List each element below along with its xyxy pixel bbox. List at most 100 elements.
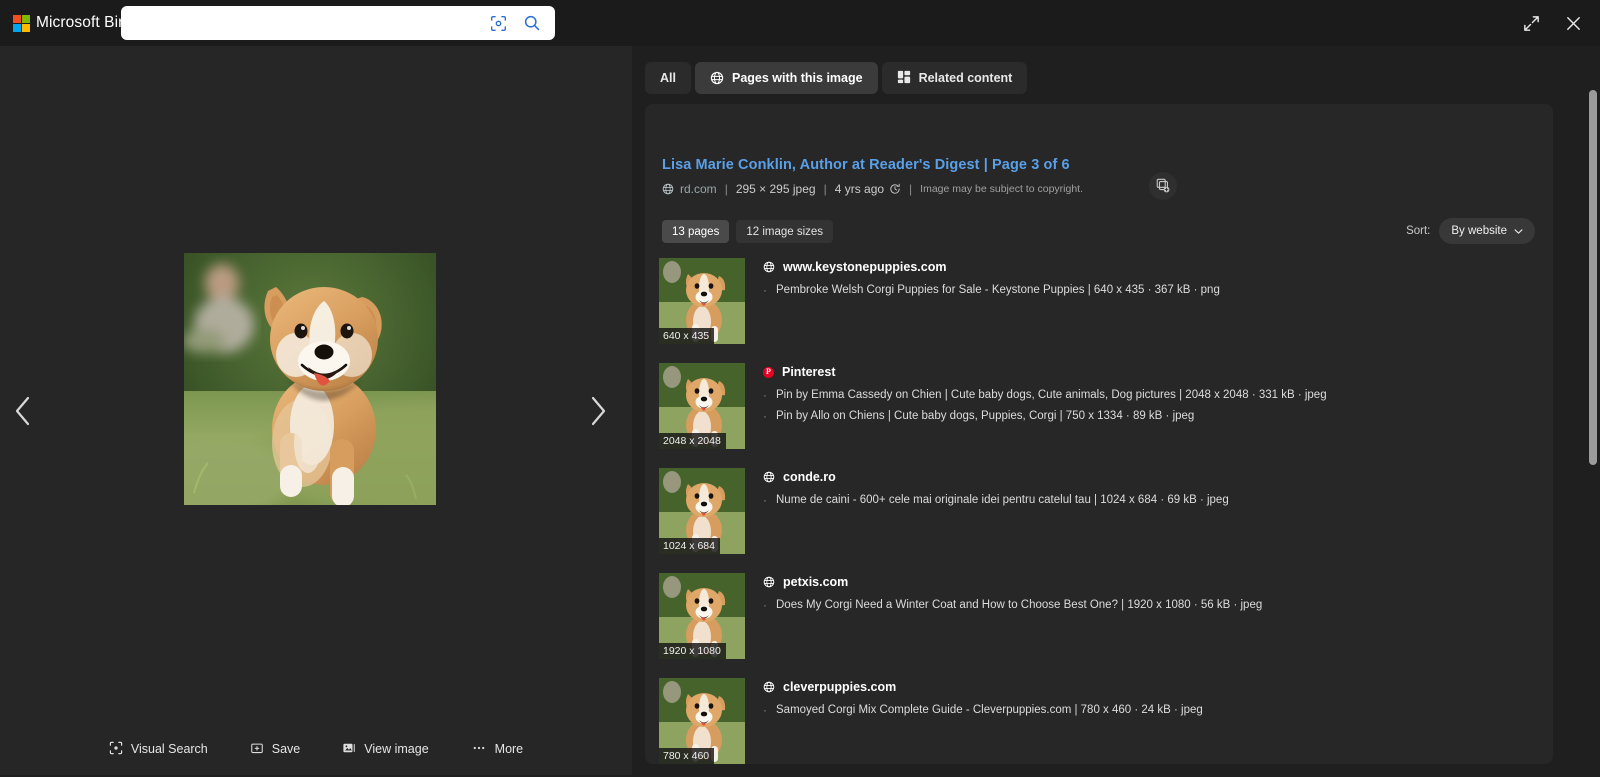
window-controls xyxy=(1512,0,1592,46)
bullet-icon: · xyxy=(763,283,767,297)
meta-separator-3: | xyxy=(909,182,913,196)
result-row-body: www.keystonepuppies.com · Pembroke Welsh… xyxy=(763,258,1539,357)
visual-search-icon xyxy=(109,741,123,758)
results-pane: All Pages with this image Related conten… xyxy=(632,46,1600,775)
save-icon xyxy=(250,741,264,758)
bullet-icon: · xyxy=(763,388,767,402)
thumbnail-size-badge: 1024 x 684 xyxy=(659,538,720,554)
search-input[interactable] xyxy=(134,8,481,38)
microsoft-logo-icon xyxy=(13,14,30,32)
site-name[interactable]: Pinterest xyxy=(782,365,836,379)
more-label: More xyxy=(494,742,524,756)
result-row-body: cleverpuppies.com · Samoyed Corgi Mix Co… xyxy=(763,678,1539,777)
site-name[interactable]: petxis.com xyxy=(783,575,848,589)
site-name[interactable]: conde.ro xyxy=(783,470,836,484)
list-item: · Pin by Allo on Chiens | Cute baby dogs… xyxy=(763,409,1539,424)
table-row: 1024 x 684 conde.ro · Nume de caini - 60… xyxy=(659,462,1539,567)
scrollbar-thumb[interactable] xyxy=(1589,90,1597,465)
tab-bar: All Pages with this image Related conten… xyxy=(645,62,1028,94)
list-item: · Does My Corgi Need a Winter Coat and H… xyxy=(763,598,1539,613)
result-domain[interactable]: rd.com xyxy=(680,182,717,196)
save-button[interactable]: Save xyxy=(246,736,305,763)
tab-all-label: All xyxy=(660,71,676,85)
page-link[interactable]: Pin by Emma Cassedy on Chien | Cute baby… xyxy=(776,388,1327,403)
page-link[interactable]: Does My Corgi Need a Winter Coat and How… xyxy=(776,598,1262,613)
result-thumbnail[interactable]: 780 x 460 xyxy=(659,678,745,764)
results-scrollbar[interactable] xyxy=(1589,90,1597,775)
result-card: Lisa Marie Conklin, Author at Reader's D… xyxy=(645,104,1553,764)
result-row-body: petxis.com · Does My Corgi Need a Winter… xyxy=(763,573,1539,672)
site-name[interactable]: www.keystonepuppies.com xyxy=(783,260,946,274)
site-header: cleverpuppies.com xyxy=(763,680,1539,694)
table-row: 780 x 460 cleverpuppies.com · Samoyed Co… xyxy=(659,672,1539,777)
list-item: · Nume de caini - 600+ cele mai original… xyxy=(763,493,1539,508)
result-age: 4 yrs ago xyxy=(834,182,885,196)
bullet-icon: · xyxy=(763,493,767,507)
result-title[interactable]: Lisa Marie Conklin, Author at Reader's D… xyxy=(662,157,1070,173)
chip-pages[interactable]: 13 pages xyxy=(662,220,730,243)
page-link[interactable]: Pin by Allo on Chiens | Cute baby dogs, … xyxy=(776,409,1194,424)
copyright-notice: Image may be subject to copyright. xyxy=(920,183,1084,195)
visual-search-button[interactable]: Visual Search xyxy=(105,736,212,763)
previous-image-button[interactable] xyxy=(0,46,46,775)
site-header: petxis.com xyxy=(763,575,1539,589)
view-image-button[interactable]: View image xyxy=(338,736,432,763)
visual-search-icon[interactable] xyxy=(481,6,515,40)
bullet-icon: · xyxy=(763,409,767,423)
table-row: 2048 x 2048 P Pinterest · Pin by Emma Ca… xyxy=(659,357,1539,462)
site-name[interactable]: cleverpuppies.com xyxy=(783,680,896,694)
page-link[interactable]: Samoyed Corgi Mix Complete Guide - Cleve… xyxy=(776,703,1203,718)
list-item: · Pin by Emma Cassedy on Chien | Cute ba… xyxy=(763,388,1539,403)
view-image-label: View image xyxy=(364,742,429,756)
clock-icon xyxy=(889,183,901,195)
site-header: conde.ro xyxy=(763,470,1539,484)
result-dimensions: 295 × 295 jpeg xyxy=(735,182,816,196)
filter-chips: 13 pages 12 image sizes xyxy=(662,220,834,243)
globe-icon xyxy=(763,576,775,588)
list-item: · Samoyed Corgi Mix Complete Guide - Cle… xyxy=(763,703,1539,718)
visual-search-label: Visual Search xyxy=(130,742,208,756)
tab-pages-label: Pages with this image xyxy=(731,71,863,85)
results-list: 640 x 435 www.keystonepuppies.com · Pemb… xyxy=(659,252,1539,777)
image-actions-toolbar: Visual Search Save View image More xyxy=(0,723,632,775)
microsoft-bing-logo[interactable]: Microsoft Bing xyxy=(13,0,136,46)
tab-all[interactable]: All xyxy=(645,62,691,94)
tab-pages-with-this-image[interactable]: Pages with this image xyxy=(694,62,878,94)
thumbnail-size-badge: 2048 x 2048 xyxy=(659,433,726,449)
image-viewer-pane: Visual Search Save View image More xyxy=(0,46,632,775)
thumbnail-size-badge: 1920 x 1080 xyxy=(659,643,726,659)
result-thumbnail[interactable]: 1024 x 684 xyxy=(659,468,745,554)
next-image-button[interactable] xyxy=(575,46,621,775)
result-row-body: conde.ro · Nume de caini - 600+ cele mai… xyxy=(763,468,1539,567)
more-button[interactable]: More xyxy=(467,736,527,763)
site-header: www.keystonepuppies.com xyxy=(763,260,1539,274)
table-row: 1920 x 1080 petxis.com · Does My Corgi N… xyxy=(659,567,1539,672)
globe-icon xyxy=(662,183,674,195)
table-row: 640 x 435 www.keystonepuppies.com · Pemb… xyxy=(659,252,1539,357)
globe-icon xyxy=(763,681,775,693)
view-image-icon xyxy=(342,741,356,758)
sort-dropdown[interactable]: By website xyxy=(1439,218,1535,244)
bullet-icon: · xyxy=(763,598,767,612)
corgi-photo xyxy=(184,253,436,505)
meta-separator-2: | xyxy=(823,182,827,196)
globe-icon xyxy=(763,261,775,273)
expand-diagonal-icon[interactable] xyxy=(1512,4,1550,42)
tab-related-content[interactable]: Related content xyxy=(881,62,1028,94)
page-link[interactable]: Nume de caini - 600+ cele mai originale … xyxy=(776,493,1229,508)
thumbnail-size-badge: 640 x 435 xyxy=(659,328,715,344)
image-stack-icon[interactable] xyxy=(1149,172,1177,200)
main-image[interactable] xyxy=(184,253,436,505)
result-thumbnail[interactable]: 640 x 435 xyxy=(659,258,745,344)
result-thumbnail[interactable]: 2048 x 2048 xyxy=(659,363,745,449)
result-row-body: P Pinterest · Pin by Emma Cassedy on Chi… xyxy=(763,363,1539,462)
sort-control: Sort: By website xyxy=(1406,218,1535,244)
page-link[interactable]: Pembroke Welsh Corgi Puppies for Sale - … xyxy=(776,283,1220,298)
result-thumbnail[interactable]: 1920 x 1080 xyxy=(659,573,745,659)
thumbnail-size-badge: 780 x 460 xyxy=(659,748,715,764)
search-box[interactable] xyxy=(121,6,555,40)
close-icon[interactable] xyxy=(1554,4,1592,42)
chip-image-sizes[interactable]: 12 image sizes xyxy=(736,220,834,243)
site-header: P Pinterest xyxy=(763,365,1539,379)
search-submit-icon[interactable] xyxy=(515,6,549,40)
